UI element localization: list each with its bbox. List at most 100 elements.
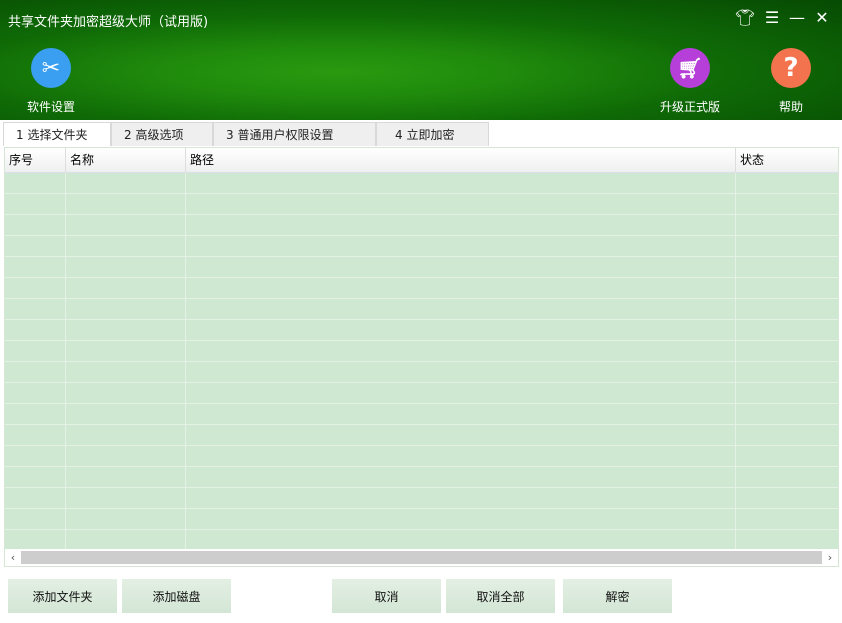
table-cell (736, 320, 838, 340)
col-path[interactable]: 路径 (186, 148, 736, 172)
close-icon[interactable]: ✕ (812, 8, 832, 28)
table-cell (736, 383, 838, 403)
table-row[interactable] (5, 257, 838, 278)
table-cell (5, 173, 66, 193)
table-cell (186, 215, 736, 235)
tab-permissions[interactable]: 3 普通用户权限设置 (213, 122, 376, 146)
table-cell (186, 341, 736, 361)
table-cell (186, 257, 736, 277)
table-row[interactable] (5, 194, 838, 215)
table-cell (186, 509, 736, 529)
table-cell (66, 488, 186, 508)
table-cell (736, 362, 838, 382)
table-cell (736, 530, 838, 550)
scroll-right-icon[interactable]: › (822, 551, 838, 564)
minimize-icon[interactable]: — (787, 8, 807, 28)
table-cell (66, 383, 186, 403)
table-cell (736, 299, 838, 319)
table-row[interactable] (5, 341, 838, 362)
table-cell (66, 257, 186, 277)
upgrade-label: 升级正式版 (659, 100, 720, 114)
table-cell (186, 404, 736, 424)
scroll-left-icon[interactable]: ‹ (5, 551, 21, 564)
table-cell (66, 299, 186, 319)
tab-encrypt-now[interactable]: 4 立即加密 (376, 122, 489, 146)
table-row[interactable] (5, 488, 838, 509)
skin-icon[interactable]: 👕︎ (735, 8, 755, 28)
table-cell (186, 467, 736, 487)
table-cell (5, 488, 66, 508)
table-cell (5, 320, 66, 340)
decrypt-button[interactable]: 解密 (563, 579, 672, 613)
tab-advanced[interactable]: 2 高级选项 (111, 122, 213, 146)
table-cell (186, 446, 736, 466)
table-cell (736, 509, 838, 529)
table-cell (736, 425, 838, 445)
table-row[interactable] (5, 299, 838, 320)
table-cell (66, 425, 186, 445)
upgrade-button[interactable]: 🛒︎ 升级正式版 (650, 48, 730, 115)
table-cell (66, 446, 186, 466)
table-cell (186, 278, 736, 298)
table-row[interactable] (5, 425, 838, 446)
table-cell (186, 488, 736, 508)
table-cell (186, 383, 736, 403)
table-cell (736, 341, 838, 361)
add-folder-button[interactable]: 添加文件夹 (8, 579, 117, 613)
table-cell (736, 488, 838, 508)
help-label: 帮助 (778, 100, 803, 114)
table-row[interactable] (5, 509, 838, 530)
cancel-button[interactable]: 取消 (332, 579, 441, 613)
table-row[interactable] (5, 236, 838, 257)
folder-table[interactable]: 序号 名称 路径 状态 ‹ › (4, 147, 839, 567)
help-button[interactable]: ? 帮助 (751, 48, 831, 115)
col-status[interactable]: 状态 (736, 148, 838, 172)
table-cell (186, 194, 736, 214)
scroll-thumb[interactable] (21, 551, 822, 564)
horizontal-scrollbar[interactable]: ‹ › (5, 549, 838, 566)
cancel-all-button[interactable]: 取消全部 (446, 579, 555, 613)
add-disk-button[interactable]: 添加磁盘 (122, 579, 231, 613)
table-cell (736, 467, 838, 487)
table-row[interactable] (5, 404, 838, 425)
settings-label: 软件设置 (26, 100, 75, 114)
table-cell (5, 236, 66, 256)
table-row[interactable] (5, 215, 838, 236)
table-cell (66, 362, 186, 382)
table-cell (186, 425, 736, 445)
table-cell (66, 404, 186, 424)
table-cell (5, 278, 66, 298)
table-cell (736, 446, 838, 466)
table-body (5, 173, 838, 551)
tools-icon: ✂ (31, 48, 71, 88)
table-row[interactable] (5, 530, 838, 551)
table-row[interactable] (5, 362, 838, 383)
table-row[interactable] (5, 278, 838, 299)
table-row[interactable] (5, 173, 838, 194)
menu-icon[interactable]: ☰ (762, 8, 782, 28)
table-cell (736, 215, 838, 235)
table-row[interactable] (5, 467, 838, 488)
col-name[interactable]: 名称 (66, 148, 186, 172)
tab-select-folder[interactable]: 1 选择文件夹 (3, 122, 111, 146)
header-banner: 共享文件夹加密超级大师（试用版) 👕︎ ☰ — ✕ ✂ 软件设置 🛒︎ 升级正式… (0, 0, 842, 120)
table-cell (66, 236, 186, 256)
col-index[interactable]: 序号 (5, 148, 66, 172)
question-icon: ? (771, 48, 811, 88)
table-row[interactable] (5, 446, 838, 467)
table-cell (66, 215, 186, 235)
table-cell (5, 215, 66, 235)
table-cell (5, 446, 66, 466)
table-cell (736, 236, 838, 256)
table-cell (5, 362, 66, 382)
table-cell (186, 236, 736, 256)
settings-button[interactable]: ✂ 软件设置 (11, 48, 91, 115)
table-row[interactable] (5, 320, 838, 341)
table-cell (66, 341, 186, 361)
table-cell (5, 257, 66, 277)
table-cell (186, 530, 736, 550)
table-header: 序号 名称 路径 状态 (5, 148, 838, 173)
table-row[interactable] (5, 383, 838, 404)
table-cell (5, 404, 66, 424)
table-cell (66, 509, 186, 529)
